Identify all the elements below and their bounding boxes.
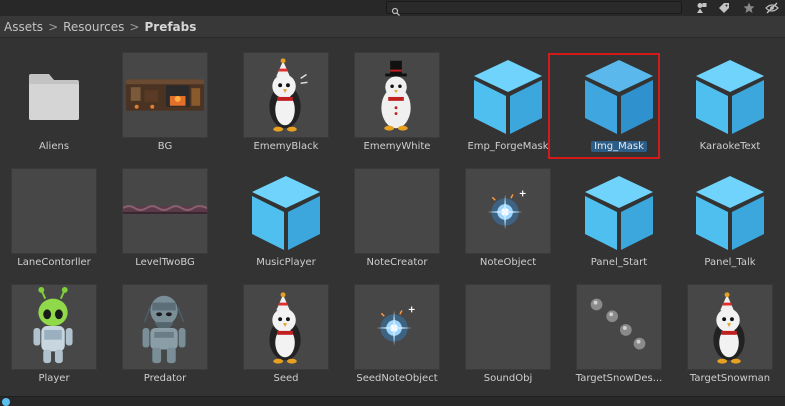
prefab-cube-icon: [576, 168, 662, 254]
asset-item-ememywhite[interactable]: EmemyWhite: [343, 42, 451, 152]
shapes-icon: [697, 3, 707, 13]
asset-label: Seed: [273, 373, 299, 384]
eye-slash-icon: [765, 2, 779, 14]
alien-green-icon: [11, 284, 97, 370]
breadcrumb-resources[interactable]: Resources: [63, 20, 124, 34]
penguin-black-icon: [243, 52, 329, 138]
prefab-cube-icon: [243, 168, 329, 254]
asset-label: KaraokeText: [699, 141, 761, 152]
asset-item-panel-talk[interactable]: Panel_Talk: [676, 158, 784, 268]
selection-outline: [548, 53, 660, 159]
folder-icon: [11, 52, 97, 138]
background-image-icon: [122, 52, 208, 138]
snowballs-icon: [576, 284, 662, 370]
penguin-white-icon: [354, 52, 440, 138]
asset-item-bg[interactable]: BG: [111, 42, 219, 152]
prefab-cube-icon: [687, 52, 773, 138]
breadcrumb: Assets > Resources > Prefabs: [0, 16, 785, 38]
asset-label: SeedNoteObject: [356, 373, 438, 384]
asset-item-player[interactable]: Player: [0, 274, 108, 384]
empty-thumbnail-icon: [354, 168, 440, 254]
search-icon: [391, 2, 401, 16]
filter-by-type-button[interactable]: [692, 0, 712, 16]
asset-item-emp-forgemask[interactable]: Emp_ForgeMask: [454, 42, 562, 152]
breadcrumb-assets[interactable]: Assets: [4, 20, 43, 34]
project-toolbar: [0, 0, 785, 16]
asset-label: Panel_Talk: [704, 257, 756, 268]
asset-label: TargetSnowDes...: [575, 373, 663, 384]
asset-grid: Aliens BG EmemyBlack EmemyWhite Emp_Forg…: [0, 38, 785, 395]
asset-label: Emp_ForgeMask: [467, 141, 549, 152]
favorites-button[interactable]: [739, 0, 759, 16]
asset-label: Aliens: [38, 141, 70, 152]
asset-item-soundobj[interactable]: SoundObj: [454, 274, 562, 384]
asset-label: Predator: [143, 373, 187, 384]
filter-by-label-button[interactable]: [714, 0, 734, 16]
asset-item-targetsnowdes[interactable]: TargetSnowDes...: [565, 274, 673, 384]
asset-label: NoteObject: [479, 257, 537, 268]
asset-item-seednoteobject[interactable]: SeedNoteObject: [343, 274, 451, 384]
prefab-cube-icon: [687, 168, 773, 254]
asset-label: BG: [157, 141, 173, 152]
empty-thumbnail-icon: [11, 168, 97, 254]
asset-label: LevelTwoBG: [135, 257, 195, 268]
asset-label: TargetSnowman: [689, 373, 771, 384]
asset-label: EmemyWhite: [363, 141, 431, 152]
asset-item-targetsnowman[interactable]: TargetSnowman: [676, 274, 784, 384]
breadcrumb-separator: >: [48, 20, 59, 34]
asset-item-notecreator[interactable]: NoteCreator: [343, 158, 451, 268]
asset-item-musicplayer[interactable]: MusicPlayer: [232, 158, 340, 268]
asset-label: EmemyBlack: [253, 141, 319, 152]
empty-thumbnail-icon: [465, 284, 551, 370]
sparkle-icon: [354, 284, 440, 370]
asset-label: NoteCreator: [366, 257, 428, 268]
strip-image-icon: [122, 168, 208, 254]
penguin-black-icon: [243, 284, 329, 370]
prefab-cube-icon: [465, 52, 551, 138]
tag-icon: [719, 3, 729, 13]
predator-icon: [122, 284, 208, 370]
asset-label: Player: [38, 373, 70, 384]
penguin-black-icon: [687, 284, 773, 370]
asset-label: SoundObj: [483, 373, 533, 384]
asset-item-leveltwobg[interactable]: LevelTwoBG: [111, 158, 219, 268]
asset-label: Panel_Start: [590, 257, 648, 268]
hidden-packages-button[interactable]: [762, 0, 782, 16]
asset-item-panel-start[interactable]: Panel_Start: [565, 158, 673, 268]
asset-item-noteobject[interactable]: NoteObject: [454, 158, 562, 268]
asset-item-lanecontorller[interactable]: LaneContorller: [0, 158, 108, 268]
asset-label: MusicPlayer: [256, 257, 316, 268]
asset-item-seed[interactable]: Seed: [232, 274, 340, 384]
breadcrumb-separator: >: [129, 20, 140, 34]
asset-item-karaoketext[interactable]: KaraokeText: [676, 42, 784, 152]
search-field[interactable]: [386, 1, 682, 16]
asset-item-predator[interactable]: Predator: [111, 274, 219, 384]
breadcrumb-prefabs[interactable]: Prefabs: [144, 20, 196, 34]
asset-item-ememyblack[interactable]: EmemyBlack: [232, 42, 340, 152]
asset-item-aliens[interactable]: Aliens: [0, 42, 108, 152]
sparkle-icon: [465, 168, 551, 254]
asset-label: LaneContorller: [17, 257, 91, 268]
star-icon: [743, 2, 755, 13]
